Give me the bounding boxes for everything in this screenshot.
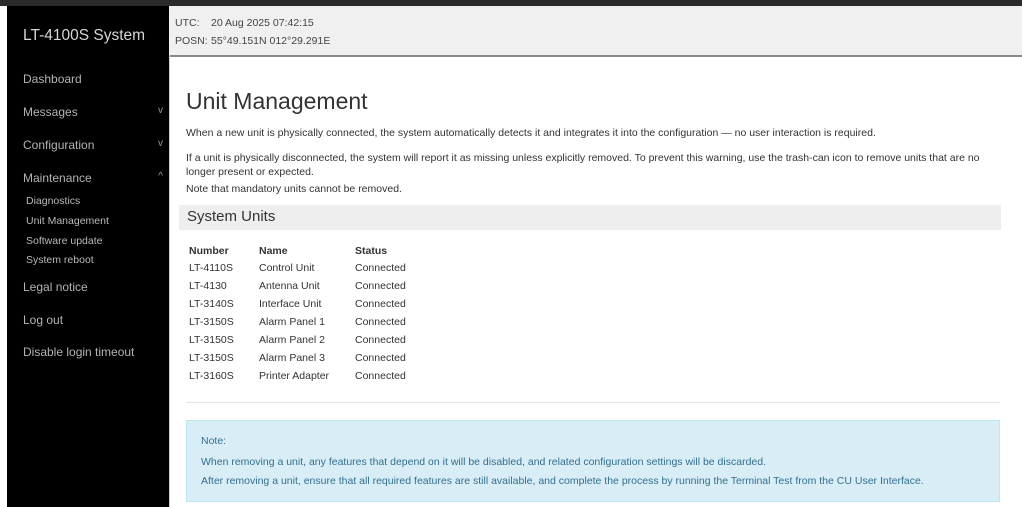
unit-status: Connected <box>355 370 406 382</box>
sidebar-item-log-out[interactable]: Log out <box>23 313 163 327</box>
table-row: LT-3150S Alarm Panel 1 Connected <box>189 313 435 331</box>
unit-status: Connected <box>355 352 406 364</box>
chevron-down-icon: v <box>158 105 163 116</box>
unit-status: Connected <box>355 298 406 310</box>
section-divider <box>186 402 1000 403</box>
unit-number: LT-3150S <box>189 316 234 328</box>
sidebar-item-label: Dashboard <box>23 72 82 86</box>
table-header-row: Number Name Status <box>189 242 435 259</box>
table-row: LT-4110S Control Unit Connected <box>189 259 435 277</box>
sidebar-item-label: Messages <box>23 105 78 119</box>
status-header: UTC: 20 Aug 2025 07:42:15 POSN: 55°49.151N… <box>169 6 1022 57</box>
note-callout: Note: When removing a unit, any features… <box>186 420 1000 502</box>
unit-number: LT-3160S <box>189 370 234 382</box>
content-left-border <box>169 55 170 507</box>
table-row: LT-3150S Alarm Panel 2 Connected <box>189 331 435 349</box>
unit-name: Alarm Panel 2 <box>259 334 325 346</box>
table-row: LT-3160S Printer Adapter Connected <box>189 367 435 385</box>
intro-paragraph: When a new unit is physically connected,… <box>186 127 876 139</box>
section-header: System Units <box>179 205 1001 230</box>
unit-name: Control Unit <box>259 262 315 274</box>
unit-number: LT-3150S <box>189 352 234 364</box>
posn-value: 55°49.151N 012°29.291E <box>211 35 331 47</box>
table-row: LT-3140S Interface Unit Connected <box>189 295 435 313</box>
sidebar-item-label: Maintenance <box>23 171 92 185</box>
sidebar-item-configuration[interactable]: Configuration v <box>23 138 163 152</box>
sidebar: LT-4100S System Dashboard Messages v Con… <box>7 6 169 507</box>
unit-status: Connected <box>355 262 406 274</box>
table-row: LT-4130 Antenna Unit Connected <box>189 277 435 295</box>
unit-name: Antenna Unit <box>259 280 320 292</box>
posn-label: POSN: <box>175 35 208 47</box>
unit-name: Printer Adapter <box>259 370 330 382</box>
page-title: Unit Management <box>186 88 368 114</box>
note-line-2: After removing a unit, ensure that all r… <box>201 475 924 487</box>
note-title: Note: <box>201 435 227 447</box>
unit-number: LT-3140S <box>189 298 234 310</box>
table-row: LT-3150S Alarm Panel 3 Connected <box>189 349 435 367</box>
utc-readout: UTC: 20 Aug 2025 07:42:15 <box>175 17 314 29</box>
sidebar-item-label: Configuration <box>23 138 95 152</box>
section-title: System Units <box>187 208 276 225</box>
column-header-name: Name <box>259 244 288 257</box>
unit-name: Alarm Panel 3 <box>259 352 325 364</box>
sidebar-subitem-system-reboot[interactable]: System reboot <box>26 254 94 266</box>
unit-status: Connected <box>355 316 406 328</box>
sidebar-subitem-diagnostics[interactable]: Diagnostics <box>26 195 80 207</box>
disconnect-paragraph: If a unit is physically disconnected, th… <box>186 152 980 178</box>
sidebar-item-legal-notice[interactable]: Legal notice <box>23 280 163 294</box>
sidebar-item-disable-login-timeout[interactable]: Disable login timeout <box>23 345 163 359</box>
unit-name: Alarm Panel 1 <box>259 316 325 328</box>
unit-status: Connected <box>355 280 406 292</box>
sidebar-subitem-software-update[interactable]: Software update <box>26 235 102 247</box>
note-line-1: When removing a unit, any features that … <box>201 456 767 468</box>
unit-status: Connected <box>355 334 406 346</box>
sidebar-item-dashboard[interactable]: Dashboard <box>23 72 163 86</box>
utc-value: 20 Aug 2025 07:42:15 <box>211 17 314 29</box>
sidebar-subitem-unit-management[interactable]: Unit Management <box>26 215 109 227</box>
sidebar-item-maintenance[interactable]: Maintenance ^ <box>23 171 163 185</box>
unit-number: LT-3150S <box>189 334 234 346</box>
chevron-up-icon: ^ <box>158 171 163 182</box>
column-header-status: Status <box>355 244 388 257</box>
unit-number: LT-4110S <box>189 262 233 274</box>
units-table: Number Name Status LT-4110S Control Unit… <box>189 242 435 385</box>
column-header-number: Number <box>189 244 229 257</box>
unit-number: LT-4130 <box>189 280 227 292</box>
utc-label: UTC: <box>175 17 200 29</box>
position-readout: POSN: 55°49.151N 012°29.291E <box>175 35 330 47</box>
sidebar-item-messages[interactable]: Messages v <box>23 105 163 119</box>
unit-name: Interface Unit <box>259 298 322 310</box>
mandatory-note: Note that mandatory units cannot be remo… <box>186 183 402 195</box>
chevron-down-icon: v <box>158 138 163 149</box>
brand-title[interactable]: LT-4100S System <box>23 27 145 45</box>
